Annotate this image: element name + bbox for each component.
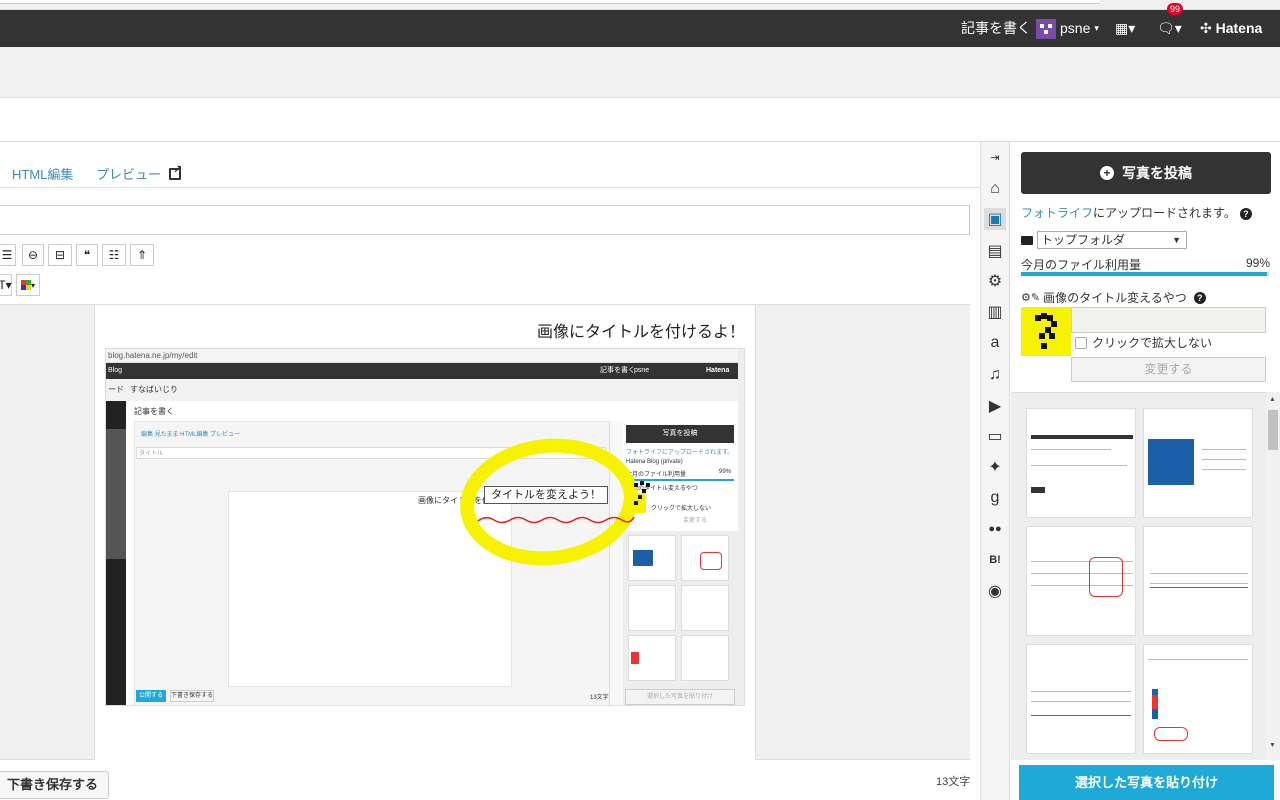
- external-link-icon: [169, 163, 182, 180]
- scroll-up-icon[interactable]: ▲: [1269, 396, 1276, 403]
- notification-badge: 99: [1167, 3, 1184, 15]
- palette-icon: [20, 280, 31, 290]
- selected-image-thumb[interactable]: [1021, 307, 1071, 356]
- gear-icon[interactable]: ⚙: [984, 270, 1006, 292]
- browser-scroll-edge: [0, 0, 1100, 4]
- hatena-logo[interactable]: ✣ Hatena: [1200, 10, 1262, 47]
- flickr-icon[interactable]: ●●: [984, 518, 1006, 540]
- scroll-thumb[interactable]: [1268, 410, 1278, 450]
- document-icon[interactable]: ▥: [984, 301, 1006, 323]
- font-button[interactable]: T▾: [0, 274, 12, 296]
- tab-preview[interactable]: プレビュー: [96, 163, 182, 183]
- photo-icon[interactable]: ▣: [984, 208, 1006, 230]
- global-header: 記事を書く psne ▾ ▦▾ 🗨▾ ✣ Hatena: [0, 10, 1280, 47]
- plugin-edit-icon: ⚙✎: [1021, 292, 1041, 304]
- gallery-thumb[interactable]: [1143, 526, 1253, 636]
- no-expand-label: クリックで拡大しない: [1092, 336, 1213, 350]
- notification-icon[interactable]: 🗨▾: [1157, 10, 1182, 47]
- folder-selector-row: トップフォルダ ▼: [1021, 231, 1187, 249]
- youtube-icon[interactable]: ▶: [984, 395, 1006, 417]
- help-icon[interactable]: ?: [1193, 291, 1206, 304]
- github-icon[interactable]: ◉: [984, 580, 1006, 602]
- tab-preview-label: プレビュー: [96, 167, 162, 182]
- color-button[interactable]: ▾: [16, 274, 40, 296]
- post-photo-button[interactable]: + 写真を投稿: [1021, 152, 1271, 194]
- amazon-icon[interactable]: a: [984, 332, 1006, 354]
- list-button[interactable]: ☰: [0, 244, 16, 266]
- fotolife-link[interactable]: フォトライフ: [1021, 206, 1093, 220]
- gallery-scrollbar[interactable]: ▲ ▼: [1266, 392, 1280, 760]
- highlight-annotation: [460, 438, 650, 566]
- upload-button[interactable]: ⇑: [130, 244, 154, 266]
- read-more-button[interactable]: ☷: [102, 244, 126, 266]
- scroll-down-icon[interactable]: ▼: [1269, 742, 1276, 749]
- title-input[interactable]: [0, 205, 970, 235]
- horizontal-rule-button[interactable]: ⊟: [48, 244, 72, 266]
- plus-icon: +: [1100, 166, 1114, 180]
- usage-label: 今月のファイル利用量: [1021, 258, 1142, 272]
- paste-selected-photos-button[interactable]: 選択した写真を貼り付け: [1019, 765, 1274, 800]
- category-icon[interactable]: ▤: [984, 240, 1006, 262]
- fotolife-note: フォトライフにアップロードされます。?: [1021, 204, 1252, 221]
- home-icon[interactable]: ⌂: [984, 178, 1006, 200]
- usage-bar-fill: [1021, 272, 1267, 276]
- chevron-down-icon: ▼: [1172, 235, 1181, 245]
- folder-select-value: トップフォルダ: [1041, 233, 1126, 247]
- hatena-logo-text: Hatena: [1215, 20, 1263, 36]
- help-icon[interactable]: ?: [1239, 208, 1252, 220]
- collapse-icon[interactable]: ⇥: [984, 146, 1006, 168]
- music-icon[interactable]: ♫: [984, 364, 1006, 386]
- hatena-bookmark-icon[interactable]: B!: [984, 549, 1006, 571]
- google-icon[interactable]: g: [984, 487, 1006, 509]
- tv-icon[interactable]: ▭: [984, 425, 1006, 447]
- no-expand-checkbox[interactable]: [1075, 336, 1087, 349]
- folder-select[interactable]: トップフォルダ ▼: [1037, 231, 1187, 249]
- blog-header-band: [0, 47, 1280, 98]
- editor-body-text[interactable]: 画像にタイトルを付けるよ！: [537, 318, 745, 342]
- image-title-input[interactable]: [1071, 307, 1266, 333]
- apps-menu-icon[interactable]: ▦▾: [1115, 10, 1135, 47]
- fotolife-note-text: にアップロードされます。: [1093, 206, 1236, 220]
- post-photo-label: 写真を投稿: [1122, 165, 1192, 181]
- write-article-link[interactable]: 記事を書く: [961, 10, 1031, 47]
- plugin-title-text: 画像のタイトル変えるやつ: [1043, 291, 1187, 305]
- folder-icon: [1021, 235, 1033, 245]
- char-count: 13文字: [936, 776, 971, 788]
- avatar: [1036, 18, 1056, 39]
- embedded-screenshot[interactable]: blog.hatena.ne.jp/my/edit Blog 記事を書く psn…: [105, 348, 745, 706]
- link-button[interactable]: ⊖: [22, 244, 44, 266]
- quote-button[interactable]: ❝: [76, 244, 98, 266]
- annotation-callout: タイトルを変えよう！: [484, 486, 608, 504]
- usage-percent: 99%: [1246, 256, 1271, 270]
- user-menu[interactable]: psne ▾: [1036, 10, 1099, 47]
- user-name: psne: [1060, 20, 1091, 36]
- browser-top-edge: [0, 0, 1280, 10]
- gallery-thumb[interactable]: [1026, 644, 1136, 754]
- no-expand-option[interactable]: クリックで拡大しない: [1075, 334, 1212, 351]
- plugin-title: ⚙✎ 画像のタイトル変えるやつ ?: [1021, 289, 1206, 306]
- chevron-down-icon: ▾: [1094, 23, 1099, 33]
- gallery-thumb[interactable]: [1026, 526, 1136, 636]
- gallery-thumb[interactable]: [1026, 408, 1136, 518]
- save-draft-button[interactable]: 下書き保存する: [0, 771, 110, 799]
- twitter-icon[interactable]: ✦: [984, 456, 1006, 478]
- tab-html-edit[interactable]: HTML編集: [12, 164, 73, 183]
- gallery-thumb[interactable]: [1143, 408, 1253, 518]
- usage-bar: [1021, 272, 1269, 276]
- blog-subheader-band: [0, 98, 1280, 142]
- change-button[interactable]: 変更する: [1071, 357, 1266, 382]
- color-caret: ▾: [30, 280, 35, 290]
- gallery-thumb[interactable]: [1143, 644, 1253, 754]
